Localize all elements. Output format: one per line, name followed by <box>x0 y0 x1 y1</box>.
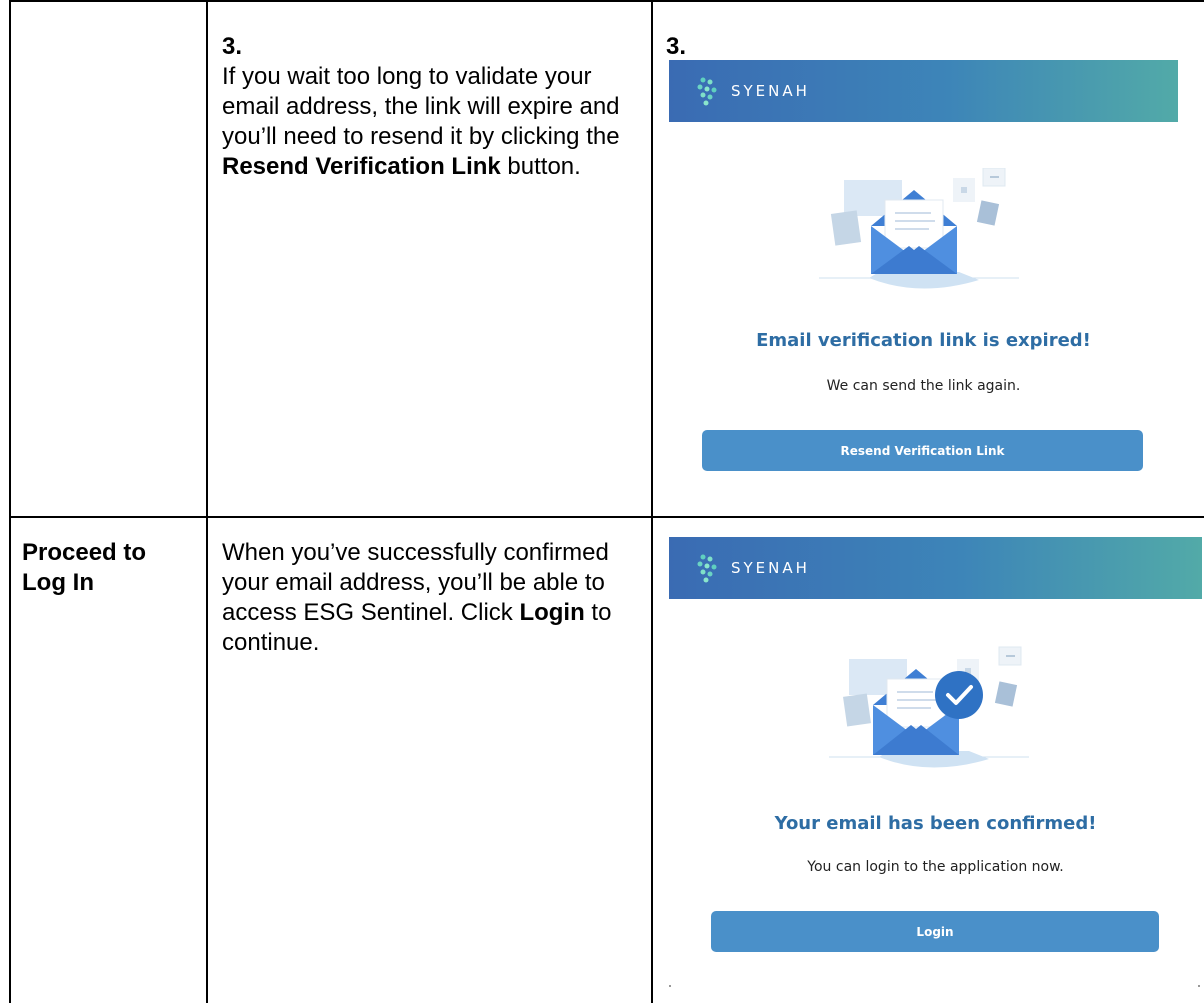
step-number-right: 3. <box>666 33 687 60</box>
dna-logo-icon <box>697 77 717 106</box>
instruction-bold: Login <box>519 599 585 626</box>
row1-screenshot-step: 3. <box>666 32 686 62</box>
row1-instruction-cell: 3. If you wait too long to validate your… <box>222 32 642 182</box>
brand-name: SYENAH <box>731 82 810 100</box>
instruction-bold: Resend Verification Link <box>222 153 501 180</box>
email-confirmed-screenshot: SYENAH Your email has been confirmed! Yo… <box>669 537 1202 1003</box>
table-border-col2 <box>206 0 208 1003</box>
brand-name: SYENAH <box>731 559 810 577</box>
app-header-banner: SYENAH <box>669 537 1202 599</box>
app-header-banner: SYENAH <box>669 60 1178 122</box>
login-button[interactable]: Login <box>711 911 1159 952</box>
corner-dot <box>669 985 671 987</box>
instruction-text-end: button. <box>500 153 581 180</box>
row2-label-cell: Proceed to Log In <box>22 538 192 598</box>
resend-verification-link-button[interactable]: Resend Verification Link <box>702 430 1143 471</box>
table-border-top <box>9 0 1204 2</box>
row2-instruction-cell: When you’ve successfully confirmed your … <box>222 538 642 658</box>
table-border-row-divider <box>9 516 1204 518</box>
brand-logo: SYENAH <box>695 553 810 583</box>
row-label: Proceed to Log In <box>22 539 147 596</box>
brand-logo: SYENAH <box>695 76 810 106</box>
envelope-illustration-icon <box>819 168 1019 289</box>
dna-logo-icon <box>697 554 717 583</box>
instruction-text: If you wait too long to validate your em… <box>222 63 620 150</box>
expired-link-screenshot: SYENAH Email verification link is expire… <box>669 60 1178 500</box>
corner-dot <box>1198 985 1200 987</box>
step-number: 3. <box>222 33 243 60</box>
expired-message: We can send the link again. <box>826 378 1021 394</box>
table-border-col3 <box>651 0 653 1003</box>
confirmed-heading: Your email has been confirmed! <box>774 813 1097 834</box>
expired-heading: Email verification link is expired! <box>756 330 1091 351</box>
table-border-left <box>9 0 11 1003</box>
envelope-check-illustration-icon <box>829 646 1029 768</box>
confirmed-message: You can login to the application now. <box>807 859 1064 875</box>
